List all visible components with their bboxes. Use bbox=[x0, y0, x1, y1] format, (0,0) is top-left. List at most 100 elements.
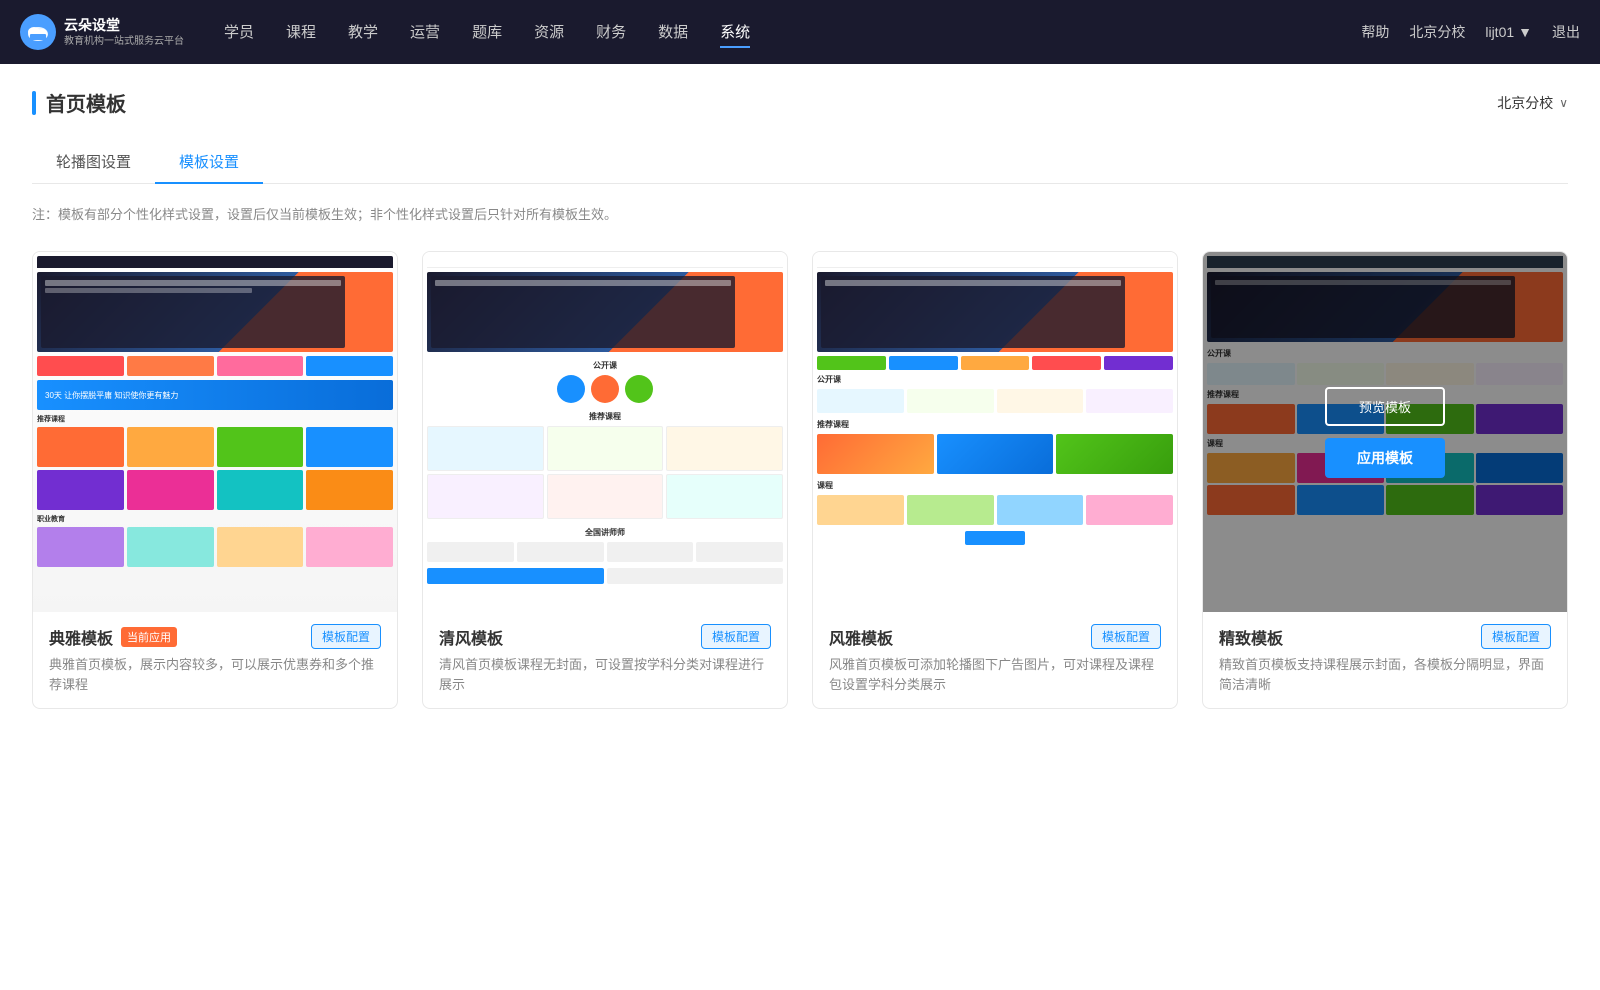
mini-course-q4 bbox=[427, 474, 544, 519]
nav-item-jiaoxue[interactable]: 教学 bbox=[348, 17, 378, 48]
header: 云朵设堂 教育机构一站式服务云平台 学员 课程 教学 运营 题库 资源 财务 数… bbox=[0, 0, 1600, 64]
template-card-dianya[interactable]: 30天 让你摆脱平庸 知识使你更有魅力 推荐课程 职业教育 bbox=[32, 251, 398, 709]
mini-course-q6 bbox=[666, 474, 783, 519]
tab-carousel[interactable]: 轮播图设置 bbox=[32, 141, 155, 184]
page-title-bar bbox=[32, 91, 36, 115]
logo-sub: 教育机构一站式服务云平台 bbox=[64, 35, 184, 48]
mini-hero2 bbox=[427, 272, 783, 352]
mini-btn-1 bbox=[427, 568, 604, 584]
nav-item-kecheng[interactable]: 课程 bbox=[286, 17, 316, 48]
mini-tag-5 bbox=[1104, 356, 1173, 370]
teacher-avatar-2 bbox=[591, 375, 619, 403]
all-course-4 bbox=[1086, 495, 1173, 525]
public-course-4 bbox=[1086, 389, 1173, 413]
mini-teachers-grid bbox=[427, 542, 783, 562]
config-button-dianya[interactable]: 模板配置 bbox=[311, 624, 381, 649]
teacher-avatar-3 bbox=[625, 375, 653, 403]
page-content: 首页模板 北京分校 ∨ 轮播图设置 模板设置 注：模板有部分个性化样式设置，设置… bbox=[0, 64, 1600, 990]
mini-all-courses bbox=[817, 495, 1173, 525]
nav-item-xitong[interactable]: 系统 bbox=[720, 17, 750, 48]
mini-course-q2 bbox=[547, 426, 664, 471]
page-header: 首页模板 北京分校 ∨ bbox=[32, 88, 1568, 117]
rec-course-1 bbox=[817, 434, 934, 474]
template-info-dianya: 典雅模板 当前应用 模板配置 典雅首页模板，展示内容较多，可以展示优惠券和多个推… bbox=[33, 612, 397, 708]
template-name-row-fenya: 风雅模板 模板配置 bbox=[829, 624, 1161, 649]
mini-tag-4 bbox=[1032, 356, 1101, 370]
config-button-fenya[interactable]: 模板配置 bbox=[1091, 624, 1161, 649]
main-nav: 学员 课程 教学 运营 题库 资源 财务 数据 系统 bbox=[224, 17, 1361, 48]
config-button-jingzhi[interactable]: 模板配置 bbox=[1481, 624, 1551, 649]
mini-course-8 bbox=[306, 470, 393, 510]
template-name-qingfeng: 清风模板 bbox=[439, 625, 503, 649]
template-card-qingfeng[interactable]: 公开课 推荐课程 全国讲师师 bbox=[422, 251, 788, 709]
help-link[interactable]: 帮助 bbox=[1361, 22, 1389, 42]
config-button-qingfeng[interactable]: 模板配置 bbox=[701, 624, 771, 649]
username: lijt01 bbox=[1485, 24, 1514, 40]
mini-btn-2 bbox=[607, 568, 784, 584]
mini-teachers bbox=[427, 375, 783, 403]
mini-header2 bbox=[427, 256, 783, 268]
template-preview-qingfeng: 公开课 推荐课程 全国讲师师 bbox=[423, 252, 787, 612]
mini-coupons bbox=[37, 356, 393, 376]
branch-label[interactable]: 北京分校 bbox=[1409, 22, 1465, 42]
nav-item-yunying[interactable]: 运营 bbox=[410, 17, 440, 48]
mini-course-1 bbox=[37, 427, 124, 467]
mini-course-9 bbox=[37, 527, 124, 567]
template-desc-jingzhi: 精致首页模板支持课程展示封面，各模板分隔明显，界面简洁清晰 bbox=[1219, 655, 1551, 694]
all-course-1 bbox=[817, 495, 904, 525]
template-card-fenya[interactable]: 公开课 推荐课程 课程 bbox=[812, 251, 1178, 709]
template-overlay: 预览模板 应用模板 bbox=[1203, 252, 1567, 612]
public-course-1 bbox=[817, 389, 904, 413]
nav-item-shuju[interactable]: 数据 bbox=[658, 17, 688, 48]
branch-selector[interactable]: 北京分校 ∨ bbox=[1497, 93, 1568, 113]
nav-item-tiku[interactable]: 题库 bbox=[472, 17, 502, 48]
section-title-recommend: 推荐课程 bbox=[427, 411, 783, 422]
coupon-red bbox=[37, 356, 124, 376]
mini-course-12 bbox=[306, 527, 393, 567]
coupon-blue bbox=[306, 356, 393, 376]
template-name-row: 典雅模板 当前应用 模板配置 bbox=[49, 624, 381, 649]
mini-course-3 bbox=[217, 427, 304, 467]
mini-more bbox=[965, 531, 1025, 545]
note-text: 注：模板有部分个性化样式设置，设置后仅当前模板生效；非个性化样式设置后只针对所有… bbox=[32, 204, 1568, 223]
template-desc-qingfeng: 清风首页模板课程无封面，可设置按学科分类对课程进行展示 bbox=[439, 655, 771, 694]
template-preview-jingzhi: 公开课 推荐课程 课程 bbox=[1203, 252, 1567, 612]
mini-courses bbox=[37, 427, 393, 510]
logo: 云朵设堂 教育机构一站式服务云平台 bbox=[20, 14, 184, 50]
mini-hero bbox=[37, 272, 393, 352]
template-info-fenya: 风雅模板 模板配置 风雅首页模板可添加轮播图下广告图片，可对课程及课程包设置学科… bbox=[813, 612, 1177, 708]
header-right: 帮助 北京分校 lijt01 ▼ 退出 bbox=[1361, 22, 1580, 42]
mini-banner: 30天 让你摆脱平庸 知识使你更有魅力 bbox=[37, 380, 393, 410]
mini-courses-2 bbox=[37, 527, 393, 567]
apply-template-button[interactable]: 应用模板 bbox=[1325, 438, 1445, 478]
all-course-3 bbox=[997, 495, 1084, 525]
all-course-2 bbox=[907, 495, 994, 525]
nav-item-ziyuan[interactable]: 资源 bbox=[534, 17, 564, 48]
template-desc-dianya: 典雅首页模板，展示内容较多，可以展示优惠券和多个推荐课程 bbox=[49, 655, 381, 694]
template-name-left-qingfeng: 清风模板 bbox=[439, 625, 503, 649]
template-card-jingzhi[interactable]: 公开课 推荐课程 课程 bbox=[1202, 251, 1568, 709]
mini-recommend-courses bbox=[817, 434, 1173, 474]
rec-course-2 bbox=[937, 434, 1054, 474]
mini-course-q5 bbox=[547, 474, 664, 519]
mini-course-5 bbox=[37, 470, 124, 510]
template-preview-dianya: 30天 让你摆脱平庸 知识使你更有魅力 推荐课程 职业教育 bbox=[33, 252, 397, 612]
branch-selector-label: 北京分校 bbox=[1497, 93, 1553, 113]
template-name: 典雅模板 bbox=[49, 625, 113, 649]
tab-template[interactable]: 模板设置 bbox=[155, 141, 263, 184]
teacher-avatar-1 bbox=[557, 375, 585, 403]
page-title: 首页模板 bbox=[46, 88, 126, 117]
template-desc-fenya: 风雅首页模板可添加轮播图下广告图片，可对课程及课程包设置学科分类展示 bbox=[829, 655, 1161, 694]
logout-link[interactable]: 退出 bbox=[1552, 22, 1580, 42]
nav-item-caiwu[interactable]: 财务 bbox=[596, 17, 626, 48]
nav-item-xueyuan[interactable]: 学员 bbox=[224, 17, 254, 48]
preview-template-button[interactable]: 预览模板 bbox=[1325, 387, 1445, 426]
template-preview-fenya: 公开课 推荐课程 课程 bbox=[813, 252, 1177, 612]
current-badge: 当前应用 bbox=[121, 627, 177, 647]
rec-course-3 bbox=[1056, 434, 1173, 474]
user-dropdown[interactable]: lijt01 ▼ bbox=[1485, 24, 1532, 40]
template-info-qingfeng: 清风模板 模板配置 清风首页模板课程无封面，可设置按学科分类对课程进行展示 bbox=[423, 612, 787, 708]
mini-tag-2 bbox=[889, 356, 958, 370]
branch-chevron-icon: ∨ bbox=[1559, 96, 1568, 110]
page-title-area: 首页模板 bbox=[32, 88, 126, 117]
